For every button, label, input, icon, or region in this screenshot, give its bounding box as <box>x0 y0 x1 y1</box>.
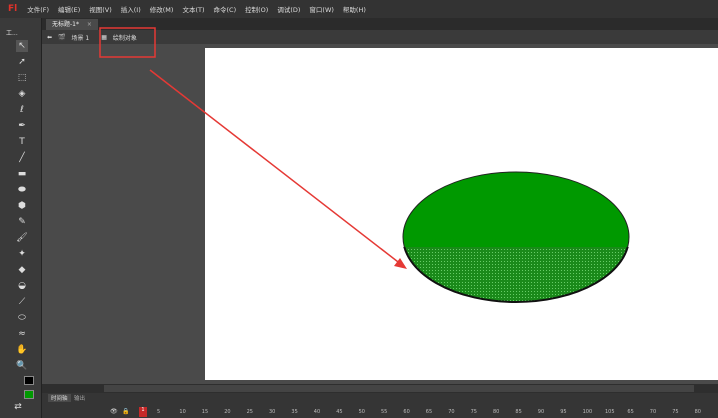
frame-tick: 15 <box>201 409 209 415</box>
lock-icon[interactable]: 🔒 <box>122 408 129 415</box>
frame-tick: 60 <box>403 409 410 415</box>
frame-tick: 5 <box>157 409 161 415</box>
frame-tick: 35 <box>291 409 298 415</box>
tab-output[interactable]: 输出 <box>74 394 85 402</box>
timeline-panel: 时间轴 输出 👁 🔒 1 5 10 15 20 25 30 35 40 45 50 55 60 65 70… <box>42 393 718 418</box>
frame-tick: 85 <box>515 409 522 415</box>
visibility-eye-icon[interactable]: 👁 <box>110 408 118 415</box>
frame-tick: 10 <box>179 409 186 415</box>
frame-tick: 80 <box>694 409 701 415</box>
playhead-current-frame[interactable]: 1 <box>139 407 147 417</box>
stage-overlay <box>99 27 630 303</box>
frame-tick: 55 <box>381 409 388 415</box>
tab-timeline[interactable]: 时间轴 <box>48 394 71 402</box>
frame-tick: 20 <box>224 409 231 415</box>
annotation-arrow <box>149 69 403 266</box>
frame-tick: 100 <box>582 409 593 415</box>
frame-tick: 30 <box>269 409 276 415</box>
frame-tick: 75 <box>470 409 477 415</box>
horizontal-scrollbar[interactable] <box>42 384 718 393</box>
frame-tick: 80 <box>493 409 500 415</box>
frame-tick: 65 <box>627 409 634 415</box>
frame-tick: 45 <box>336 409 343 415</box>
frame-tick: 75 <box>672 409 679 415</box>
frame-tick: 105 <box>605 409 615 415</box>
frame-tick: 90 <box>537 409 545 415</box>
frame-tick: 40 <box>313 409 321 415</box>
annotation-highlight-box <box>99 27 156 58</box>
frame-tick: 70 <box>448 409 455 415</box>
frame-tick: 65 <box>425 409 433 415</box>
frame-tick: 95 <box>560 409 567 415</box>
frame-tick: 70 <box>649 409 657 415</box>
scrollbar-thumb[interactable] <box>104 385 694 392</box>
frame-tick: 50 <box>358 409 365 415</box>
frame-tick: 25 <box>246 409 253 415</box>
